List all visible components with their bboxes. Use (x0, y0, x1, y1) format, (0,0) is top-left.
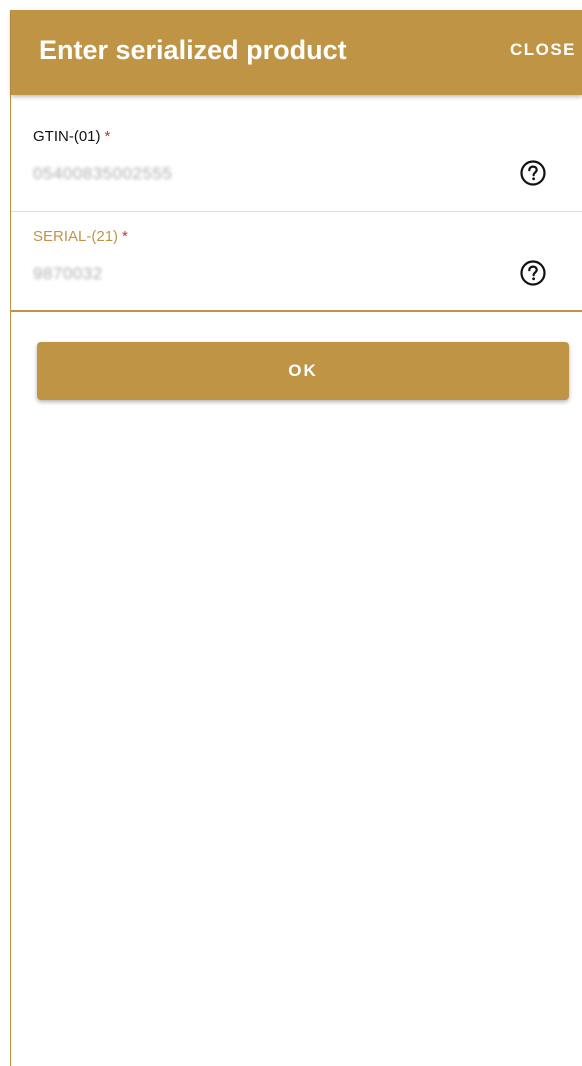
gtin-label-text: GTIN-(01) (33, 128, 101, 145)
ok-button[interactable]: OK (37, 342, 569, 400)
serial-required-mark: * (122, 228, 128, 245)
serial-field[interactable]: SERIAL-(21) * 9870032 (11, 212, 582, 312)
close-button[interactable]: CLOSE (510, 40, 576, 60)
help-circle-icon[interactable] (519, 259, 547, 287)
gtin-input[interactable]: 05400835002555 (33, 164, 493, 184)
serialized-product-dialog: Enter serialized product CLOSE GTIN-(01)… (10, 10, 582, 1066)
serial-input[interactable]: 9870032 (33, 264, 493, 284)
dialog-header: Enter serialized product CLOSE (11, 10, 582, 95)
gtin-label: GTIN-(01) * (33, 128, 110, 145)
dialog-title: Enter serialized product (39, 35, 347, 65)
serial-label: SERIAL-(21) * (33, 228, 128, 245)
serial-label-text: SERIAL-(21) (33, 228, 119, 245)
help-circle-icon[interactable] (519, 159, 547, 187)
gtin-field[interactable]: GTIN-(01) * 05400835002555 (11, 112, 582, 212)
gtin-required-mark: * (104, 128, 111, 145)
